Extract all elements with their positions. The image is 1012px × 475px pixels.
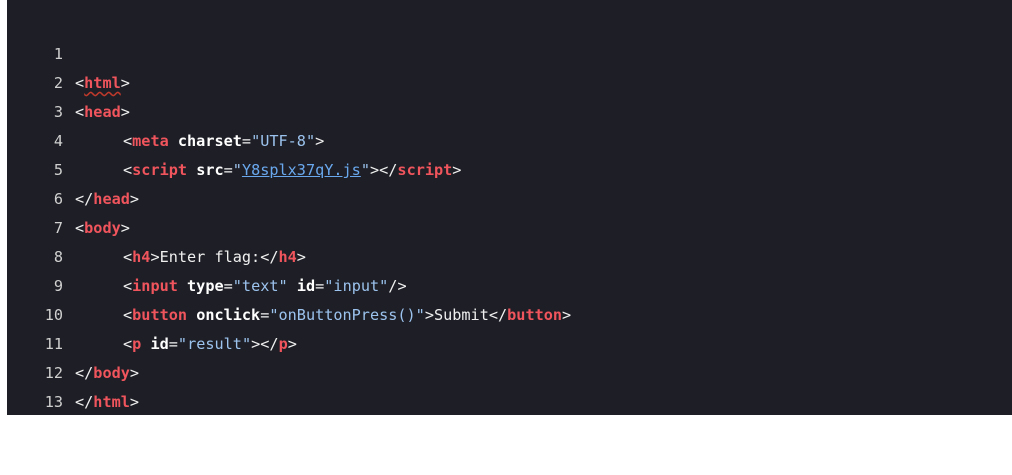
code-line-10: 10 <p id="result"></p>	[7, 272, 1012, 353]
code-line-4: 4 <script src="Y8splx37qY.js"></script>	[7, 98, 1012, 179]
bracket: </	[75, 393, 94, 411]
code-line-7: 7 <h4>Enter flag:</h4>	[7, 185, 1012, 266]
bracket: >	[129, 393, 140, 411]
code-line-6: 6 <body>	[7, 156, 1012, 237]
code-line-1: 1 <html>	[7, 11, 1012, 92]
tag-html-close: html	[93, 393, 130, 411]
code-content: </html>	[75, 388, 139, 417]
code-line-3: 3 <meta charset="UTF-8">	[7, 69, 1012, 150]
code-line-11: 11 </body>	[7, 301, 1012, 382]
code-line-12: 12 </html>	[7, 330, 1012, 411]
line-number: 13	[44, 393, 63, 411]
code-line-13: 13	[7, 359, 1012, 411]
code-line-8: 8 <input type="text" id="input"/>	[7, 214, 1012, 295]
code-line-9: 9 <button onclick="onButtonPress()">Subm…	[7, 243, 1012, 324]
code-line-2: 2 <head>	[7, 40, 1012, 121]
code-line-5: 5 </head>	[7, 127, 1012, 208]
code-editor[interactable]: 1 <html> 2 <head> 3 <meta charset="UTF-8…	[7, 0, 1012, 415]
